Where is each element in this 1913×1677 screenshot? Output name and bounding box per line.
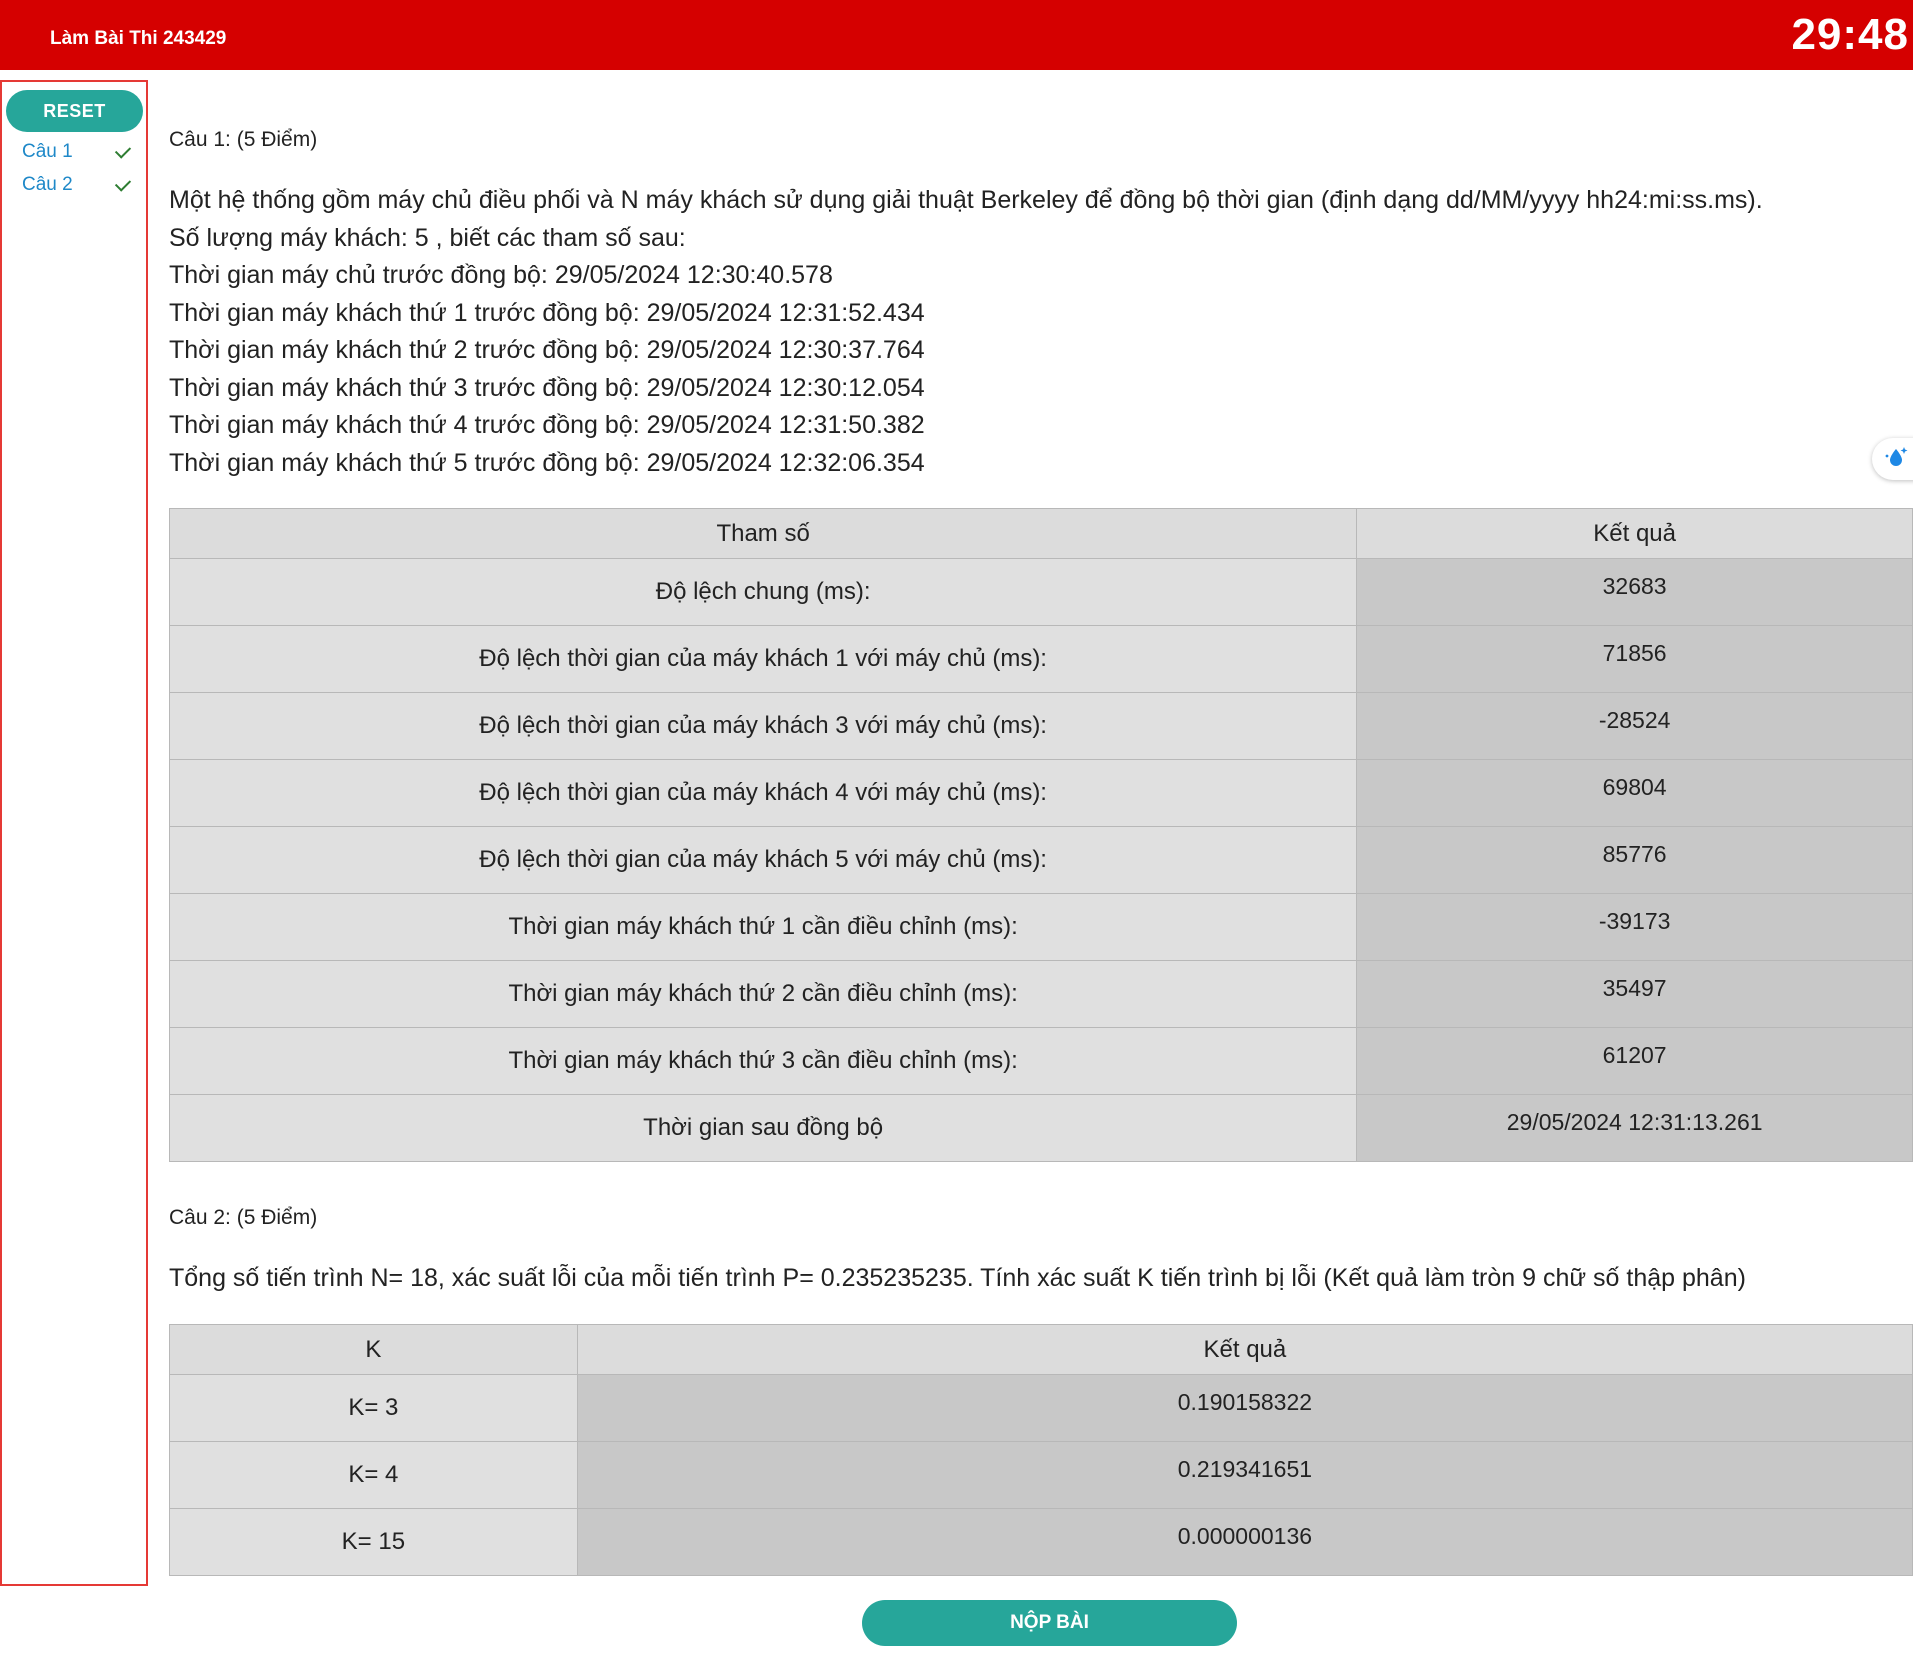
exam-title: Làm Bài Thi 243429 bbox=[50, 28, 227, 49]
question-1-text: Một hệ thống gồm máy chủ điều phối và N … bbox=[169, 182, 1763, 482]
table-row: Độ lệch chung (ms): 32683 bbox=[168, 558, 1913, 626]
question-1-header: Câu 1: (5 Điểm) bbox=[169, 128, 318, 151]
question-1-answer-table: Tham số Kết quả Độ lệch chung (ms): 3268… bbox=[168, 508, 1913, 1162]
answer-input[interactable]: -39173 bbox=[1356, 893, 1913, 961]
table-row: Độ lệch thời gian của máy khách 3 với má… bbox=[168, 692, 1913, 760]
table-row: Độ lệch thời gian của máy khách 1 với má… bbox=[168, 625, 1913, 693]
param-label: Độ lệch chung (ms): bbox=[168, 558, 1358, 626]
question-line: Thời gian máy khách thứ 5 trước đồng bộ:… bbox=[169, 448, 925, 477]
answer-input[interactable]: 71856 bbox=[1356, 625, 1913, 693]
table-row: Độ lệch thời gian của máy khách 4 với má… bbox=[168, 759, 1913, 827]
param-label: Độ lệch thời gian của máy khách 1 với má… bbox=[168, 625, 1358, 693]
question-line: Thời gian máy khách thứ 4 trước đồng bộ:… bbox=[169, 411, 925, 439]
table-header-row: Tham số Kết quả bbox=[168, 508, 1913, 559]
answer-input[interactable]: 69804 bbox=[1356, 759, 1913, 827]
question-line: Thời gian máy khách thứ 2 trước đồng bộ:… bbox=[169, 336, 925, 364]
table-row: Thời gian máy khách thứ 2 cần điều chỉnh… bbox=[168, 960, 1913, 1028]
question-line: Thời gian máy khách thứ 3 trước đồng bộ:… bbox=[169, 373, 925, 402]
table-row: Thời gian máy khách thứ 1 cần điều chỉnh… bbox=[168, 893, 1913, 961]
answer-input[interactable]: 61207 bbox=[1356, 1027, 1913, 1095]
sidebar-item-question-1[interactable]: Câu 1 bbox=[22, 139, 134, 165]
column-header-result: Kết quả bbox=[1356, 508, 1913, 559]
param-label: Độ lệch thời gian của máy khách 3 với má… bbox=[168, 692, 1358, 760]
submit-button[interactable]: NỘP BÀI bbox=[862, 1600, 1237, 1646]
table-row: Độ lệch thời gian của máy khách 5 với má… bbox=[168, 826, 1913, 894]
param-label: Thời gian sau đồng bộ bbox=[168, 1094, 1358, 1162]
question-line: Thời gian máy khách thứ 1 trước đồng bộ:… bbox=[169, 298, 925, 327]
floating-helper-button[interactable] bbox=[1872, 438, 1913, 480]
answer-input[interactable]: 35497 bbox=[1356, 960, 1913, 1028]
check-icon bbox=[114, 174, 132, 192]
sidebar-item-label: Câu 2 bbox=[22, 174, 73, 195]
answer-input[interactable]: 29/05/2024 12:31:13.261 bbox=[1356, 1094, 1913, 1162]
param-label: Thời gian máy khách thứ 2 cần điều chỉnh… bbox=[168, 960, 1358, 1028]
k-label: K= 15 bbox=[169, 1508, 578, 1576]
question-2-text: Tổng số tiến trình N= 18, xác suất lỗi c… bbox=[169, 1264, 1746, 1292]
countdown-timer: 29:48 bbox=[1791, 10, 1909, 59]
answer-input[interactable]: 0.000000136 bbox=[576, 1508, 1913, 1576]
top-bar: Làm Bài Thi 243429 29:48 bbox=[0, 0, 1913, 70]
sidebar-item-label: Câu 1 bbox=[22, 141, 73, 162]
answer-input[interactable]: 0.219341651 bbox=[576, 1441, 1913, 1509]
table-row: K= 3 0.190158322 bbox=[169, 1374, 1913, 1442]
answer-input[interactable]: -28524 bbox=[1356, 692, 1913, 760]
k-label: K= 3 bbox=[169, 1374, 578, 1442]
param-label: Độ lệch thời gian của máy khách 5 với má… bbox=[168, 826, 1358, 894]
question-sidebar: RESET Câu 1 Câu 2 bbox=[0, 80, 148, 1586]
table-row: Thời gian sau đồng bộ 29/05/2024 12:31:1… bbox=[168, 1094, 1913, 1162]
param-label: Thời gian máy khách thứ 3 cần điều chỉnh… bbox=[168, 1027, 1358, 1095]
answer-input[interactable]: 85776 bbox=[1356, 826, 1913, 894]
sidebar-item-question-2[interactable]: Câu 2 bbox=[22, 172, 134, 198]
reset-button[interactable]: RESET bbox=[6, 90, 143, 132]
question-line: Thời gian máy chủ trước đồng bộ: 29/05/2… bbox=[169, 261, 833, 289]
answer-input[interactable]: 32683 bbox=[1356, 558, 1913, 626]
water-drop-sparkle-icon bbox=[1883, 444, 1909, 475]
table-row: Thời gian máy khách thứ 3 cần điều chỉnh… bbox=[168, 1027, 1913, 1095]
check-icon bbox=[114, 141, 132, 159]
column-header-result: Kết quả bbox=[576, 1324, 1913, 1375]
k-label: K= 4 bbox=[169, 1441, 578, 1509]
column-header-k: K bbox=[169, 1324, 578, 1375]
table-row: K= 4 0.219341651 bbox=[169, 1441, 1913, 1509]
answer-input[interactable]: 0.190158322 bbox=[576, 1374, 1913, 1442]
question-line: Số lượng máy khách: 5 , biết các tham số… bbox=[169, 223, 686, 252]
param-label: Độ lệch thời gian của máy khách 4 với má… bbox=[168, 759, 1358, 827]
param-label: Thời gian máy khách thứ 1 cần điều chỉnh… bbox=[168, 893, 1358, 961]
table-row: K= 15 0.000000136 bbox=[169, 1508, 1913, 1576]
question-2-header: Câu 2: (5 Điểm) bbox=[169, 1206, 318, 1229]
column-header-param: Tham số bbox=[168, 508, 1358, 559]
question-line: Một hệ thống gồm máy chủ điều phối và N … bbox=[169, 186, 1763, 214]
question-2-answer-table: K Kết quả K= 3 0.190158322 K= 4 0.219341… bbox=[169, 1324, 1913, 1576]
table-header-row: K Kết quả bbox=[169, 1324, 1913, 1375]
